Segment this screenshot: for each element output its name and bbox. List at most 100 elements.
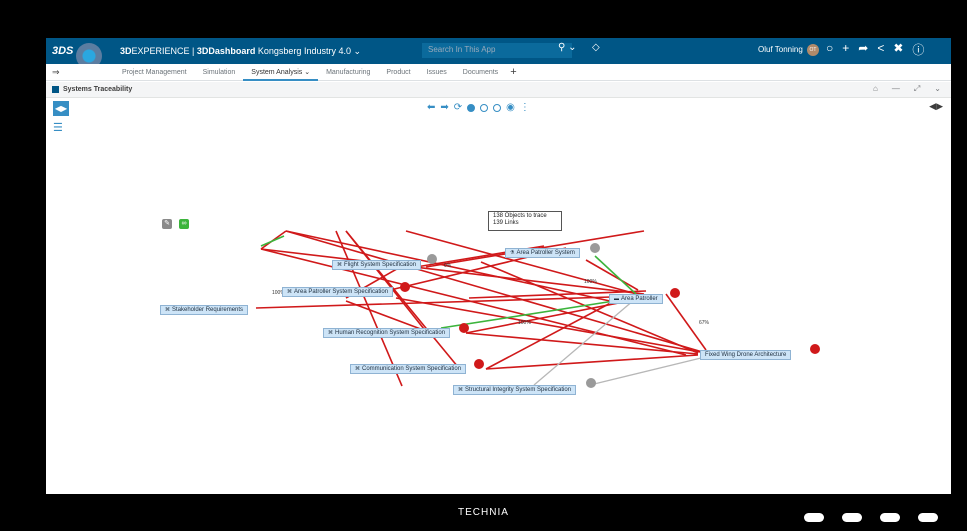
status-circle-red[interactable]: [810, 344, 820, 354]
expand-icon[interactable]: ⤢: [914, 84, 920, 94]
node-label: Area Patroller System: [516, 250, 575, 256]
minimize-icon[interactable]: —: [892, 84, 900, 94]
status-circle-red[interactable]: [474, 359, 484, 369]
status-circle-grey[interactable]: [586, 378, 596, 388]
window-control: [880, 513, 900, 522]
tab-product[interactable]: Product: [378, 64, 418, 81]
tab-project-management[interactable]: Project Management: [114, 64, 195, 81]
tab-system-analysis[interactable]: System Analysis ⌄: [243, 64, 319, 81]
node-communication-system-specification[interactable]: ⌘ Communication System Specification: [350, 364, 467, 374]
node-stakeholder-requirements[interactable]: ⌘ Stakeholder Requirements: [160, 305, 249, 315]
spec-icon: ⌘: [337, 262, 342, 268]
edit-icon[interactable]: ✎: [162, 219, 172, 229]
objects-count: 138 Objects to trace: [493, 213, 547, 219]
brand-rest: EXPERIENCE |: [131, 45, 197, 56]
trace-graph: 0% 100% 100% 100% 67%: [255, 230, 820, 388]
notifications-icon[interactable]: ○: [826, 41, 833, 58]
dashboard-context[interactable]: Kongsberg Industry 4.0 ⌄: [258, 46, 361, 56]
more-icon[interactable]: ⋮: [520, 102, 530, 113]
user-name[interactable]: Oluf Tonning: [758, 45, 803, 54]
app-name: 3DDashboard: [196, 45, 256, 56]
spec-icon: ⌘: [355, 366, 360, 372]
edge-label: 67%: [699, 320, 710, 326]
node-human-recognition-system-specification[interactable]: ⌘ Human Recognition System Specification: [323, 328, 451, 338]
node-area-patroller[interactable]: ▬ Area Patroller: [609, 294, 663, 304]
side-panel-toggle-icon[interactable]: ◀▶: [929, 101, 943, 112]
node-area-patroller-system[interactable]: ⚗ Area Patroller System: [505, 248, 580, 258]
node-flight-system-specification[interactable]: ⌘ Flight System Specification: [332, 260, 422, 270]
share-icon[interactable]: ➦: [858, 41, 868, 58]
dashboard-menu-icon[interactable]: ⇒: [52, 67, 114, 78]
link-icon[interactable]: ∞: [179, 219, 189, 229]
back-arrow-icon[interactable]: ⬅: [427, 102, 435, 113]
edge-label: 0%: [444, 263, 452, 269]
social-share-icon[interactable]: <: [877, 41, 884, 58]
widget-header: Systems Traceability ⌂ — ⤢ ⌄: [46, 82, 951, 98]
link[interactable]: [585, 259, 639, 291]
chevron-down-icon[interactable]: ⌄: [934, 84, 941, 94]
toggle-panel-button[interactable]: ◀▶: [53, 101, 69, 116]
window-control: [804, 513, 824, 522]
avatar[interactable]: OT: [807, 44, 819, 56]
spec-icon: ⌘: [287, 289, 292, 295]
link[interactable]: [395, 297, 701, 353]
tools-icon[interactable]: ✖: [893, 41, 903, 58]
tag-icon[interactable]: ◇: [592, 42, 600, 53]
node-structural-integrity-system-specification[interactable]: ⌘ Structural Integrity System Specificati…: [453, 385, 577, 395]
spec-icon: ⌘: [458, 387, 463, 393]
edge-label: 100%: [518, 320, 531, 326]
technia-logo: TECHNIA: [458, 507, 509, 518]
tab-simulation[interactable]: Simulation: [195, 64, 244, 81]
refresh-icon[interactable]: ⟳: [454, 102, 462, 113]
node-label: Communication System Specification: [362, 366, 462, 372]
tab-issues[interactable]: Issues: [419, 64, 455, 81]
add-tab-icon[interactable]: +: [506, 66, 516, 78]
widget-icon: [52, 86, 59, 93]
depth-dot-icon[interactable]: [493, 103, 502, 112]
widget-title: Systems Traceability: [63, 86, 133, 93]
links-count: 139 Links: [493, 220, 519, 226]
depth-dot-icon[interactable]: [480, 103, 489, 112]
depth-dot-icon[interactable]: [467, 103, 476, 112]
system-icon: ⚗: [510, 250, 515, 256]
search-input[interactable]: Search In This App: [422, 43, 572, 58]
forward-arrow-icon[interactable]: ➡: [440, 102, 448, 113]
tab-documents[interactable]: Documents: [455, 64, 506, 81]
trace-canvas[interactable]: 0% 100% 100% 100% 67% ◀▶ ☰ ◀▶ ⬅ ➡ ⟳ ◉ ⋮ …: [46, 98, 951, 494]
node-label: Area Patroller: [621, 296, 658, 302]
product-icon: ▬: [614, 296, 619, 302]
status-circle-red[interactable]: [400, 282, 410, 292]
link[interactable]: [480, 261, 699, 354]
node-label: Fixed Wing Drone Architecture: [705, 352, 787, 358]
add-icon[interactable]: +: [842, 41, 849, 58]
help-icon[interactable]: ⓘ: [912, 41, 924, 58]
app-title: 3DEXPERIENCE | 3DDashboard Kongsberg Ind…: [120, 46, 361, 57]
status-circle-red[interactable]: [670, 288, 680, 298]
link[interactable]: [533, 299, 635, 386]
brand-prefix: 3D: [120, 45, 132, 56]
window-control: [842, 513, 862, 522]
top-toolbar: ○ + ➦ < ✖ ⓘ: [826, 41, 924, 58]
link[interactable]: [589, 357, 702, 386]
eye-icon[interactable]: ◉: [506, 102, 515, 113]
video-frame: 3DS 3DEXPERIENCE | 3DDashboard Kongsberg…: [0, 0, 967, 531]
node-label: Stakeholder Requirements: [172, 307, 244, 313]
trace-stats: 138 Objects to trace 139 Links: [488, 211, 562, 231]
tab-manufacturing[interactable]: Manufacturing: [318, 64, 378, 81]
status-circle-red[interactable]: [459, 323, 469, 333]
3ds-logo[interactable]: 3DS: [52, 45, 73, 57]
app-screen: 3DS 3DEXPERIENCE | 3DDashboard Kongsberg…: [46, 38, 951, 494]
node-label: Area Patroller System Specification: [294, 289, 389, 295]
list-view-icon[interactable]: ☰: [53, 121, 63, 134]
search-icon[interactable]: ⚲ ⌄: [558, 42, 576, 53]
node-label: Structural Integrity System Specificatio…: [465, 387, 572, 393]
node-label: Human Recognition System Specification: [335, 330, 446, 336]
status-circle-grey[interactable]: [427, 254, 437, 264]
dashboard-tabs: ⇒ Project Management Simulation System A…: [46, 64, 951, 81]
spec-icon: ⌘: [328, 330, 333, 336]
node-area-patroller-system-specification[interactable]: ⌘ Area Patroller System Specification: [282, 287, 394, 297]
home-icon[interactable]: ⌂: [873, 84, 878, 94]
node-fixed-wing-drone-architecture[interactable]: Fixed Wing Drone Architecture: [700, 350, 792, 360]
status-circle-grey[interactable]: [590, 243, 600, 253]
link[interactable]: [260, 235, 285, 247]
